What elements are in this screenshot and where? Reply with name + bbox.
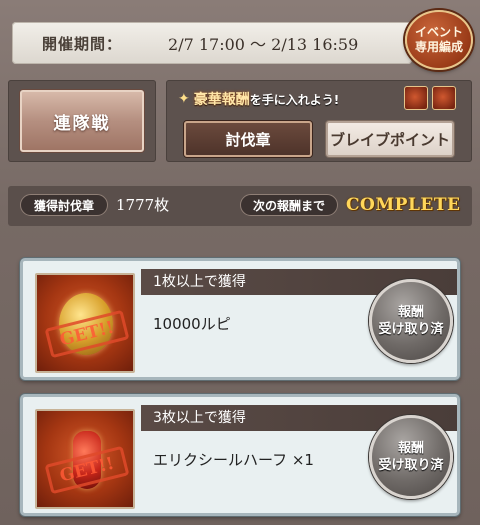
claim-line2: 受け取り済 <box>378 458 444 473</box>
period-label: 開催期間： <box>42 34 123 53</box>
sparkle-icon: ✦ <box>178 91 190 107</box>
count-label-pill: 獲得討伐章 <box>20 194 108 216</box>
reward-name: エリクシールハーフ ×1 <box>153 451 314 469</box>
count-value: 1777枚 <box>116 196 170 214</box>
next-reward-label-pill: 次の報酬まで <box>240 194 338 216</box>
reward-item-icon <box>432 86 456 110</box>
claim-line1: 報酬 <box>397 441 424 456</box>
claimed-button[interactable]: 報酬 受け取り済 <box>369 415 453 499</box>
reward-name: 10000ルピ <box>153 315 231 333</box>
reward-thumbnail: GET!! <box>35 409 135 509</box>
mode-panel: 連隊戦 <box>8 80 156 162</box>
claim-line1: 報酬 <box>397 305 424 320</box>
tab-brave-point[interactable]: ブレイブポイント <box>326 121 454 157</box>
claim-line2: 受け取り済 <box>378 322 444 337</box>
rentai-sen-button[interactable]: 連隊戦 <box>20 90 144 152</box>
reward-thumbnail: GET!! <box>35 273 135 373</box>
banner-sub-text: を手に入れよう! <box>249 92 340 107</box>
reward-item-icon <box>404 86 428 110</box>
tab-tobatsusho[interactable]: 討伐章 <box>184 121 312 157</box>
event-period-bar: 開催期間： 2/7 17:00 〜 2/13 16:59 <box>12 22 412 64</box>
claimed-button[interactable]: 報酬 受け取り済 <box>369 279 453 363</box>
reward-card: GET!! 3枚以上で獲得 エリクシールハーフ ×1 報酬 受け取り済 <box>20 394 460 516</box>
event-badge-line2: 専用編成 <box>414 40 463 54</box>
period-value: 2/7 17:00 〜 2/13 16:59 <box>168 35 359 54</box>
reward-card: GET!! 1枚以上で獲得 10000ルピ 報酬 受け取り済 <box>20 258 460 380</box>
next-reward-value: COMPLETE <box>346 195 461 215</box>
banner-main-text: 豪華報酬 <box>193 92 250 108</box>
event-reward-screen: 開催期間： 2/7 17:00 〜 2/13 16:59 イベント 専用編成 連… <box>0 0 480 525</box>
banner-item-icons <box>404 86 460 112</box>
event-badge-line1: イベント <box>414 25 463 39</box>
reward-banner: ✦ 豪華報酬 を手に入れよう! <box>178 86 418 112</box>
event-party-button[interactable]: イベント 専用編成 <box>405 10 473 70</box>
